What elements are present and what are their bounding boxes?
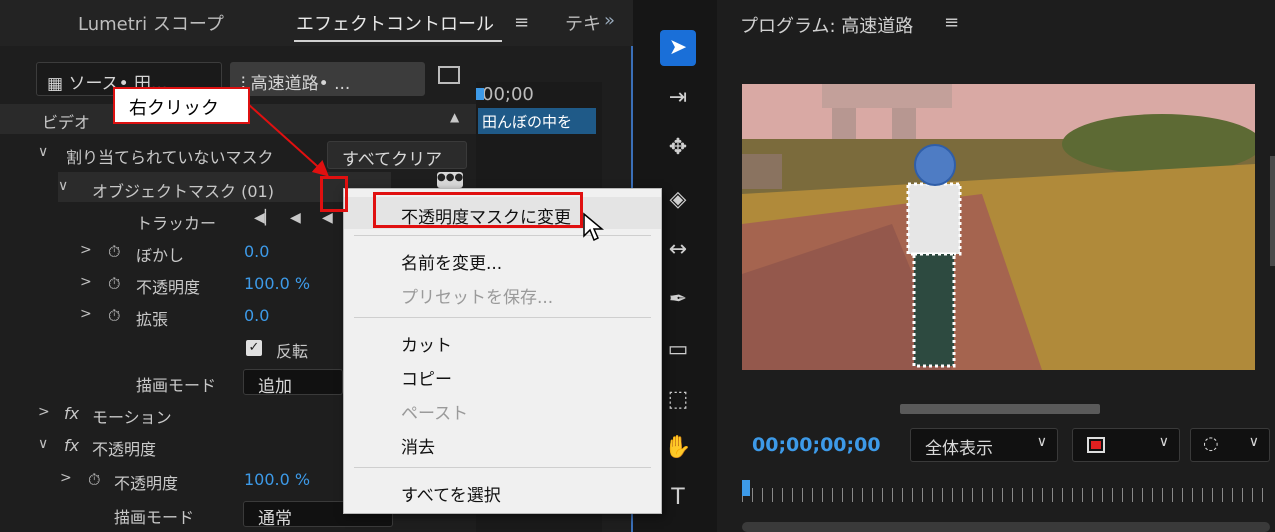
track-select-icon[interactable]: ⇥ [660, 80, 696, 116]
slip-icon[interactable]: ↔ [660, 232, 696, 268]
chevron-down-icon: ∨ [1036, 434, 1047, 450]
select-area-icon[interactable]: ⬚ [660, 382, 696, 418]
stopwatch-icon[interactable]: ⏱ [88, 470, 100, 490]
sequence-clip-button[interactable]: ⫶ 高速道路• ... [230, 62, 425, 96]
program-playhead[interactable] [742, 480, 750, 496]
menu-separator [354, 467, 651, 468]
menu-separator [354, 317, 651, 318]
track-forward-icon[interactable]: ◀ [322, 210, 333, 226]
razor-icon[interactable]: ◈ [660, 182, 696, 218]
program-scrollbar[interactable] [742, 522, 1270, 532]
lasso-dropdown[interactable]: ◌ ∨ [1190, 428, 1270, 462]
selection-tool-icon[interactable]: ➤ [660, 30, 696, 66]
chevron-right-icon[interactable]: > [60, 470, 72, 486]
clip-bar[interactable]: 田んぼの中を [478, 108, 596, 134]
playback-resolution-dropdown[interactable]: ∨ [1072, 428, 1180, 462]
menu-item-cut[interactable]: カット [344, 325, 661, 357]
chevron-down-icon: ∨ [1248, 434, 1259, 450]
chevron-right-icon[interactable]: > [80, 274, 92, 290]
pen-icon[interactable]: ✒ [660, 282, 696, 318]
menu-item-select-all[interactable]: すべてを選択 [344, 475, 661, 507]
mask-opacity-value[interactable]: 100.0 % [244, 274, 310, 293]
hamburger-icon[interactable]: ≡ [514, 12, 529, 33]
stopwatch-icon[interactable]: ⏱ [108, 306, 120, 326]
opacity-value[interactable]: 100.0 % [244, 470, 310, 489]
mini-timeline-timecode: 00;00 [482, 84, 534, 105]
fx-icon[interactable]: fx [64, 436, 79, 455]
collapse-up-icon[interactable]: ▲ [450, 110, 459, 124]
stopwatch-icon[interactable]: ⏱ [108, 274, 120, 294]
tab-lumetri-scopes[interactable]: Lumetri スコープ [78, 10, 224, 36]
mouse-cursor-icon [583, 212, 604, 242]
clip-icon: ▦ [47, 74, 69, 94]
menu-item-clear[interactable]: 消去 [344, 427, 661, 459]
invert-checkbox[interactable]: ✓ [246, 340, 262, 356]
playhead-marker[interactable] [476, 88, 484, 100]
chevron-down-icon[interactable]: ∨ [38, 144, 48, 160]
menu-separator [354, 235, 651, 236]
stopwatch-icon[interactable]: ⏱ [108, 242, 120, 262]
track-backward-one-icon[interactable]: ◀▏ [254, 210, 276, 226]
menu-item-paste: ペースト [401, 404, 469, 424]
hand-icon[interactable]: ✋ [660, 430, 696, 466]
video-frame [742, 84, 1255, 370]
track-backward-icon[interactable]: ◀ [290, 210, 301, 226]
menu-item-save-preset: プリセットを保存... [401, 288, 554, 308]
chevron-down-icon: ∨ [1158, 434, 1169, 450]
annotation-arrow [247, 103, 329, 177]
record-dot-icon [1091, 441, 1101, 449]
program-monitor-title: プログラム: 高速道路 [740, 16, 914, 37]
blend-mode-dropdown[interactable]: 追加 [243, 369, 343, 397]
hamburger-icon[interactable]: ≡ [944, 12, 959, 33]
context-menu: 不透明度マスクに変更 名前を変更... プリセットを保存... カット コピー … [343, 188, 662, 514]
video-scene [742, 84, 1255, 370]
active-tab-indicator [294, 40, 502, 42]
blur-value[interactable]: 0.0 [244, 242, 269, 261]
chevron-right-icon[interactable]: > [80, 306, 92, 322]
panel-layout-icon[interactable] [438, 66, 460, 84]
zoom-scrollbar[interactable] [900, 404, 1100, 414]
tab-text[interactable]: テキ [565, 10, 601, 36]
menu-item-rename[interactable]: 名前を変更... [344, 243, 661, 275]
vertical-scrollbar[interactable] [1270, 156, 1275, 266]
type-icon[interactable]: T [660, 480, 696, 516]
ripple-edit-icon[interactable]: ✥ [660, 130, 696, 166]
tab-effect-controls[interactable]: エフェクトコントロール [296, 10, 494, 36]
time-ruler[interactable] [742, 488, 1270, 502]
chevron-down-icon[interactable]: ∨ [38, 436, 48, 452]
chevron-down-icon[interactable]: ∨ [58, 178, 68, 194]
double-chevron-right-icon[interactable]: » [604, 10, 615, 31]
right-click-callout: 右クリック [113, 87, 250, 124]
program-timecode[interactable]: 00;00;00;00 [752, 434, 881, 456]
chevron-right-icon[interactable]: > [80, 242, 92, 258]
mask-expansion-value[interactable]: 0.0 [244, 306, 269, 325]
more-options-icon[interactable]: ●●● [437, 172, 463, 188]
menu-item-copy[interactable]: コピー [344, 359, 661, 391]
fx-icon[interactable]: fx [64, 404, 79, 423]
fit-dropdown[interactable]: 全体表示 ∨ [910, 428, 1058, 462]
highlight-box [373, 192, 583, 228]
lasso-icon: ◌ [1203, 433, 1219, 454]
rectangle-icon[interactable]: ▭ [660, 332, 696, 368]
chevron-right-icon[interactable]: > [38, 404, 50, 420]
